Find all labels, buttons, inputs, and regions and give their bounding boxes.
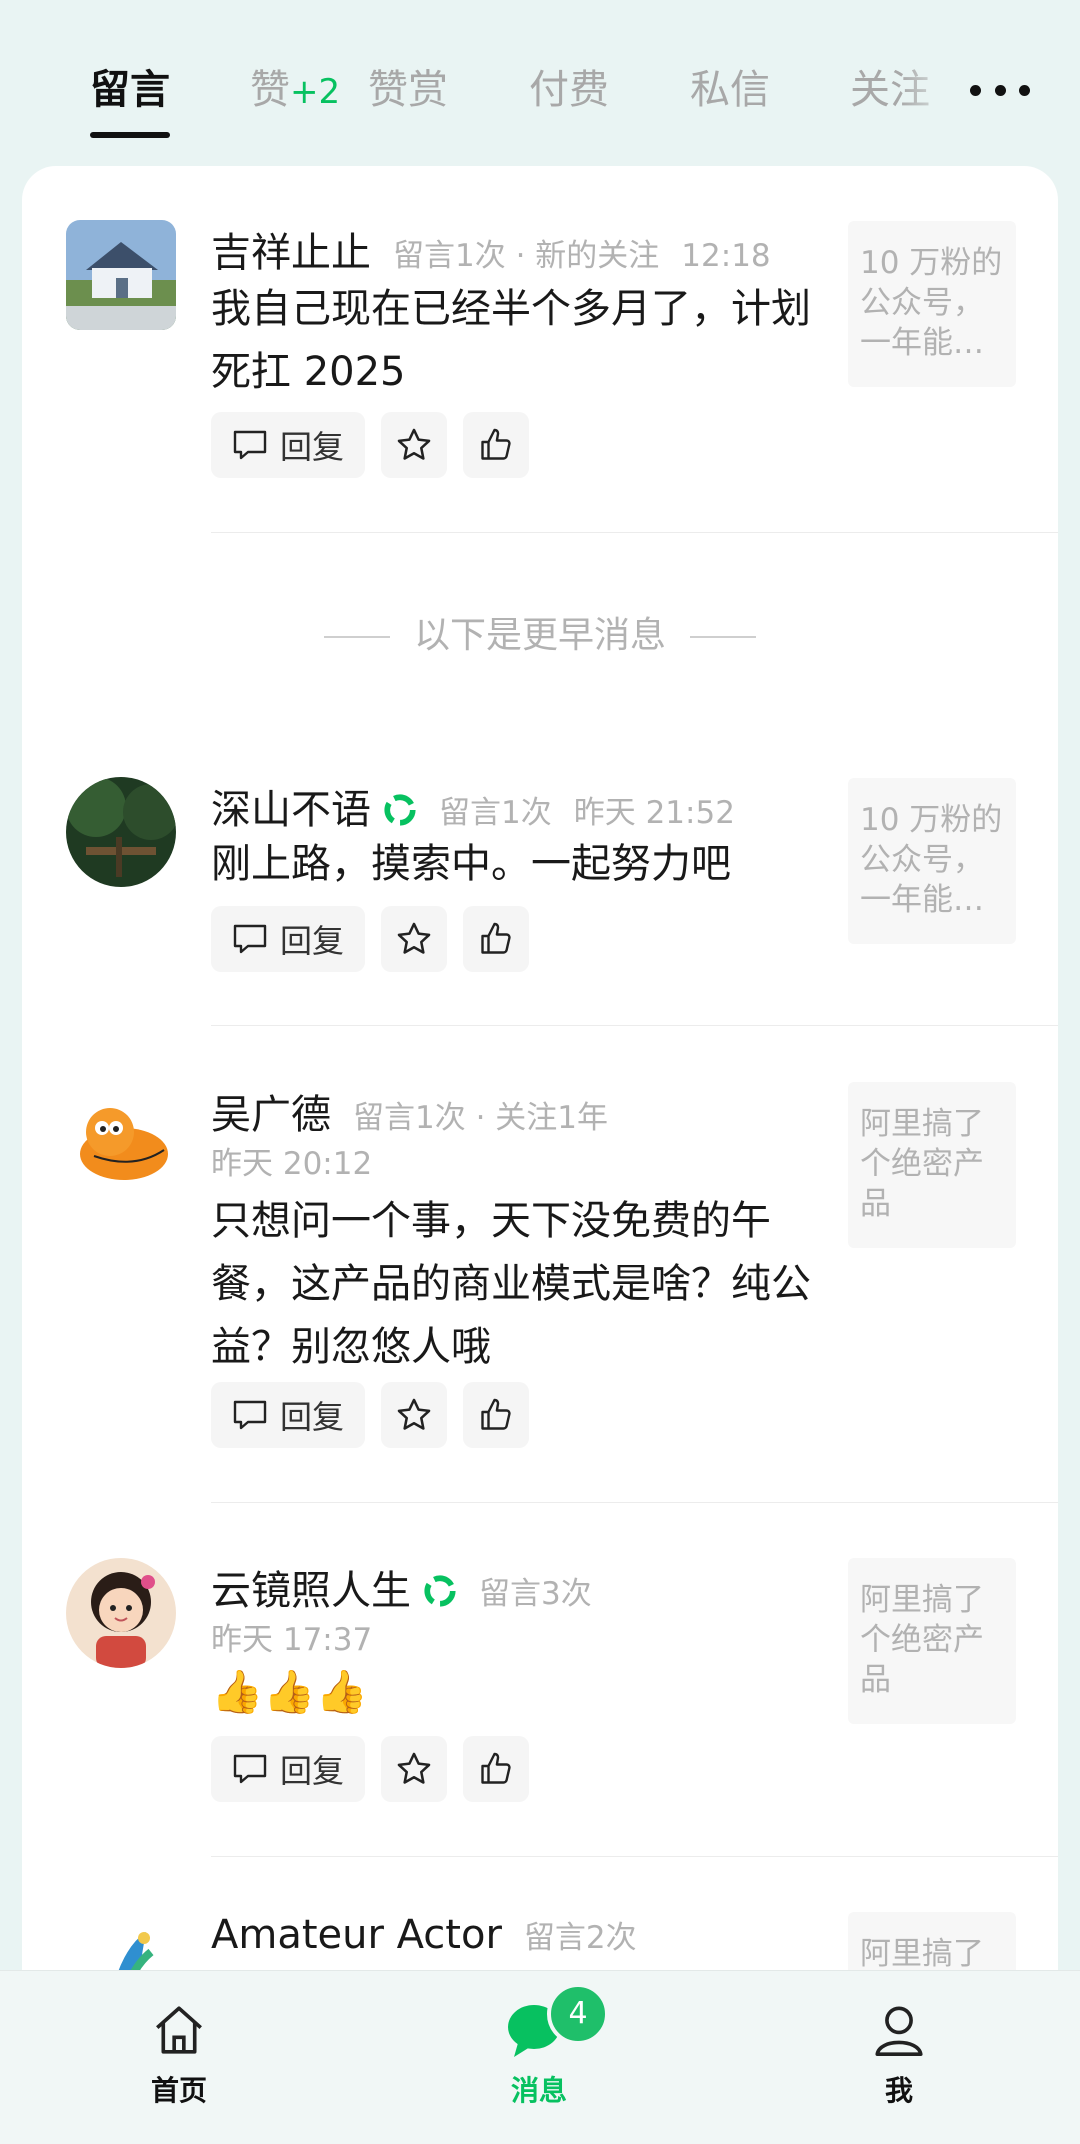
reply-label: 回复 [279, 1752, 344, 1790]
earlier-messages-separator: 以下是更早消息 [22, 606, 1058, 658]
tab-paid[interactable]: 付费 [529, 62, 609, 118]
nav-profile-label: 我 [884, 2074, 913, 2107]
nav-profile[interactable]: 我 [839, 2001, 959, 2109]
tab-private-messages[interactable]: 私信 [690, 62, 770, 118]
thumbs-up-icon [481, 1752, 511, 1784]
action-row: 回复 [211, 906, 529, 972]
reply-button[interactable]: 回复 [211, 412, 365, 478]
active-tab-indicator [90, 132, 170, 138]
name-line: 吉祥止止 留言1次 · 新的关注 12:18 [211, 220, 771, 278]
star-icon [397, 922, 431, 954]
thumbs-up-icon [481, 1398, 511, 1430]
avatar[interactable] [66, 220, 176, 330]
comment-icon [233, 430, 267, 460]
tab-likes-label: 赞 [250, 67, 290, 113]
star-icon [397, 1398, 431, 1430]
divider [211, 532, 1058, 533]
timestamp: 昨天 17:37 [211, 1622, 373, 1658]
name-line: 云镜照人生 留言3次 [211, 1558, 592, 1616]
username[interactable]: 吉祥止止 [211, 220, 371, 278]
article-quote[interactable]: 10 万粉的公众号，一年能… [848, 221, 1016, 387]
article-quote[interactable]: 阿里搞了个绝密产品 [848, 1558, 1016, 1724]
tab-comments-label: 留言 [90, 67, 170, 113]
person-icon [875, 2006, 923, 2056]
tab-private-label: 私信 [690, 67, 770, 113]
action-row: 回复 [211, 1382, 529, 1448]
like-button[interactable] [463, 1382, 529, 1448]
comment-icon [233, 924, 267, 954]
reply-label: 回复 [279, 1398, 344, 1436]
star-icon [397, 1752, 431, 1784]
favorite-button[interactable] [381, 1382, 447, 1448]
tab-rewards[interactable]: 赞赏 [368, 62, 448, 118]
reply-button[interactable]: 回复 [211, 1382, 365, 1448]
tab-comments[interactable]: 留言 [90, 62, 170, 118]
bottom-nav-bar: 首页 4 消息 我 [0, 1970, 1080, 2144]
reply-button[interactable]: 回复 [211, 1736, 365, 1802]
more-options-button[interactable] [970, 70, 1030, 110]
top-tab-bar: 留言 赞+2 赞赏 付费 私信 关注 [0, 0, 1080, 160]
article-quote[interactable]: 10 万粉的公众号，一年能… [848, 778, 1016, 944]
comment-icon [233, 1400, 267, 1430]
comment-text: 刚上路，摸索中。一起努力吧 [211, 841, 731, 887]
unread-count-badge: 4 [547, 1983, 609, 2045]
user-meta: 留言1次 · 新的关注 [393, 238, 660, 274]
user-meta: 留言3次 [479, 1576, 592, 1612]
tab-paid-label: 付费 [529, 67, 609, 113]
name-line: 深山不语 留言1次 昨天 21:52 [211, 777, 735, 835]
article-quote[interactable]: 阿里搞了个绝密产品 [848, 1082, 1016, 1248]
tab-likes[interactable]: 赞+2 [250, 62, 340, 120]
avatar[interactable] [66, 1082, 176, 1192]
nav-home[interactable]: 首页 [119, 2001, 239, 2109]
favorite-button[interactable] [381, 906, 447, 972]
comment-text: 我自己现在已经半个多月了，计划死扛 2025 [211, 286, 811, 395]
home-icon [156, 2006, 202, 2054]
favorite-button[interactable] [381, 1736, 447, 1802]
like-button[interactable] [463, 412, 529, 478]
action-row: 回复 [211, 412, 529, 478]
user-meta: 留言1次 · 关注1年 [353, 1100, 609, 1136]
like-button[interactable] [463, 906, 529, 972]
timestamp: 12:18 [681, 238, 771, 274]
like-button[interactable] [463, 1736, 529, 1802]
user-meta: 留言1次 [439, 795, 552, 831]
favorite-button[interactable] [381, 412, 447, 478]
user-meta: 留言2次 [523, 1920, 637, 1956]
tab-likes-count: +2 [290, 72, 341, 112]
reply-label: 回复 [279, 922, 344, 960]
tabs-fade [900, 50, 960, 130]
name-line: 吴广德 留言1次 · 关注1年 [211, 1082, 608, 1140]
star-icon [397, 428, 431, 460]
avatar[interactable] [66, 1558, 176, 1668]
earlier-messages-label: 以下是更早消息 [413, 615, 666, 656]
action-row: 回复 [211, 1736, 529, 1802]
divider [211, 1502, 1058, 1503]
reply-button[interactable]: 回复 [211, 906, 365, 972]
tab-rewards-label: 赞赏 [368, 67, 448, 113]
username[interactable]: 深山不语 [211, 777, 371, 835]
nav-messages-label: 消息 [510, 2074, 567, 2107]
timestamp: 昨天 21:52 [573, 795, 735, 831]
messages-card: 吉祥止止 留言1次 · 新的关注 12:18 我自己现在已经半个多月了，计划死扛… [22, 166, 1058, 2066]
username[interactable]: 云镜照人生 [211, 1558, 411, 1616]
thumbs-up-icon [481, 428, 511, 460]
divider [211, 1856, 1058, 1857]
divider [211, 1025, 1058, 1026]
username[interactable]: 吴广德 [211, 1082, 331, 1140]
timestamp: 昨天 20:12 [211, 1146, 373, 1182]
verified-badge-icon [384, 794, 416, 826]
avatar[interactable] [66, 777, 176, 887]
thumbs-up-icon [481, 922, 511, 954]
verified-badge-icon [424, 1575, 456, 1607]
nav-home-label: 首页 [150, 2074, 207, 2107]
nav-messages[interactable]: 4 消息 [479, 1983, 609, 2109]
comment-text: 只想问一个事，天下没免费的午餐，这产品的商业模式是啥？纯公益？别忽悠人哦 [211, 1198, 811, 1370]
username[interactable]: Amateur Actor [211, 1912, 502, 1958]
reply-label: 回复 [279, 428, 344, 466]
comment-icon [233, 1754, 267, 1784]
comment-text: 👍👍👍 [211, 1667, 368, 1716]
name-line: Amateur Actor 留言2次 [211, 1912, 637, 1958]
